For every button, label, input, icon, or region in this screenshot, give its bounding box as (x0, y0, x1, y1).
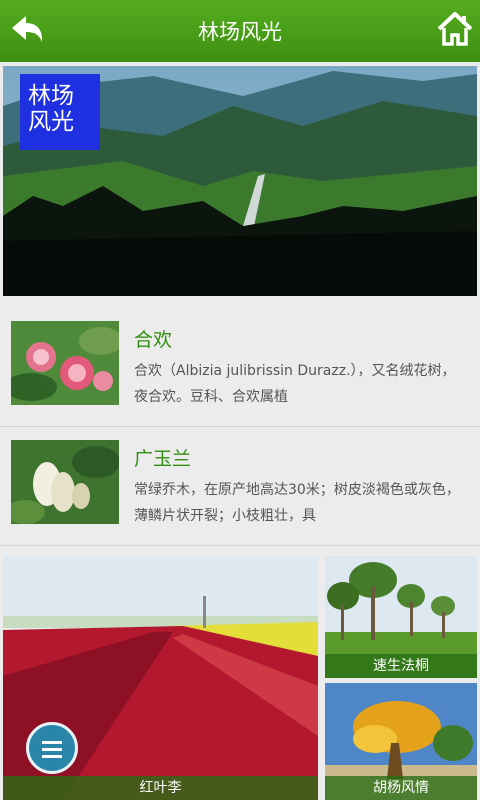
top-bar: 林场风光 (0, 0, 480, 62)
plant-list: 合欢 合欢（Albizia julibrissin Durazz.），又名绒花树… (0, 308, 480, 546)
list-item[interactable]: 合欢 合欢（Albizia julibrissin Durazz.），又名绒花树… (0, 308, 480, 427)
tile-fast-growing-plane[interactable]: 速生法桐 (325, 556, 477, 678)
tile-populus-scenery[interactable]: 胡杨风情 (325, 683, 477, 800)
item-title: 合欢 (134, 329, 173, 351)
tile-label: 胡杨风情 (325, 776, 477, 800)
badge-line-2: 风光 (28, 109, 74, 135)
item-description: 常绿乔木，在原产地高达30米；树皮淡褐色或灰色，薄鳞片状开裂；小枝粗壮，具 (134, 482, 460, 524)
magnolia-flower-thumbnail (11, 440, 119, 524)
page-title: 林场风光 (198, 20, 282, 44)
mimosa-flower-thumbnail (11, 321, 119, 405)
tile-label: 速生法桐 (325, 654, 477, 678)
item-description: 合欢（Albizia julibrissin Durazz.），又名绒花树，夜合… (134, 363, 456, 405)
menu-icon-line (42, 748, 62, 751)
list-item[interactable]: 广玉兰 常绿乔木，在原产地高达30米；树皮淡褐色或灰色，薄鳞片状开裂；小枝粗壮，… (0, 427, 480, 546)
badge-line-1: 林场 (28, 83, 74, 109)
home-button[interactable] (436, 10, 474, 48)
hero-badge: 林场 风光 (20, 74, 100, 150)
menu-button[interactable] (26, 722, 78, 774)
item-title: 广玉兰 (134, 448, 192, 470)
menu-icon-line (42, 755, 62, 758)
hero-banner[interactable]: 林场 风光 (3, 66, 477, 296)
menu-icon (42, 741, 62, 744)
home-icon (437, 12, 473, 46)
tile-label: 红叶李 (3, 776, 318, 800)
